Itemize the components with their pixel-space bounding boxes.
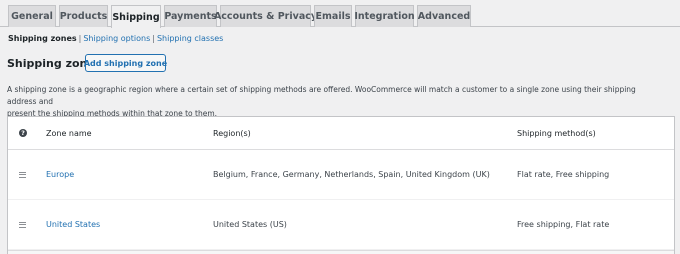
subnav-separator: | xyxy=(152,33,155,43)
column-shipping-methods: Shipping method(s) xyxy=(517,128,596,138)
column-zone-name: Zone name xyxy=(46,128,92,138)
section-description: A shipping zone is a geographic region w… xyxy=(7,84,667,120)
zone-regions: United States (US) xyxy=(213,220,287,229)
subnav-separator: | xyxy=(78,33,82,43)
drag-handle-icon xyxy=(19,171,26,178)
table-row-locations-not-covered xyxy=(8,250,674,254)
tab-integration[interactable]: Integration xyxy=(354,5,415,27)
subnav-shipping-classes[interactable]: Shipping classes xyxy=(157,34,223,43)
tab-general[interactable]: General xyxy=(8,5,56,27)
help-cell: ? xyxy=(19,117,27,149)
tab-products[interactable]: Products xyxy=(59,5,108,27)
settings-tabs: General Products Shipping Payments Accou… xyxy=(0,0,680,28)
tab-emails[interactable]: Emails xyxy=(314,5,352,27)
zone-link-united-states[interactable]: United States xyxy=(46,220,100,229)
column-regions: Region(s) xyxy=(213,128,251,138)
table-header: ? Zone name Region(s) Shipping method(s) xyxy=(8,117,674,150)
tab-accounts-privacy[interactable]: Accounts & Privacy xyxy=(214,5,317,27)
zone-name-cell: United States xyxy=(46,200,100,249)
zone-methods: Free shipping, Flat rate xyxy=(517,220,610,229)
drag-handle-icon xyxy=(19,221,26,228)
zone-link-europe[interactable]: Europe xyxy=(46,170,74,179)
description-line: A shipping zone is a geographic region w… xyxy=(7,85,636,106)
tab-payments[interactable]: Payments xyxy=(164,5,217,27)
shipping-subnav: Shipping zones | Shipping options | Ship… xyxy=(8,32,223,44)
tab-advanced[interactable]: Advanced xyxy=(417,5,471,27)
table-row: Europe Belgium, France, Germany, Netherl… xyxy=(8,150,674,200)
zone-name-cell: Europe xyxy=(46,150,74,199)
tab-shipping[interactable]: Shipping xyxy=(111,5,161,28)
shipping-zones-table: ? Zone name Region(s) Shipping method(s)… xyxy=(7,116,675,254)
woocommerce-settings-page: General Products Shipping Payments Accou… xyxy=(0,0,680,254)
drag-handle[interactable] xyxy=(19,150,26,199)
drag-handle[interactable] xyxy=(19,200,26,249)
zone-regions: Belgium, France, Germany, Netherlands, S… xyxy=(213,170,490,179)
help-icon[interactable]: ? xyxy=(19,129,27,137)
table-row: United States United States (US) Free sh… xyxy=(8,200,674,250)
subnav-shipping-zones[interactable]: Shipping zones xyxy=(8,34,77,43)
zone-methods: Flat rate, Free shipping xyxy=(517,170,610,179)
subnav-shipping-options[interactable]: Shipping options xyxy=(83,34,150,43)
add-shipping-zone-button[interactable]: Add shipping zone xyxy=(84,54,167,72)
